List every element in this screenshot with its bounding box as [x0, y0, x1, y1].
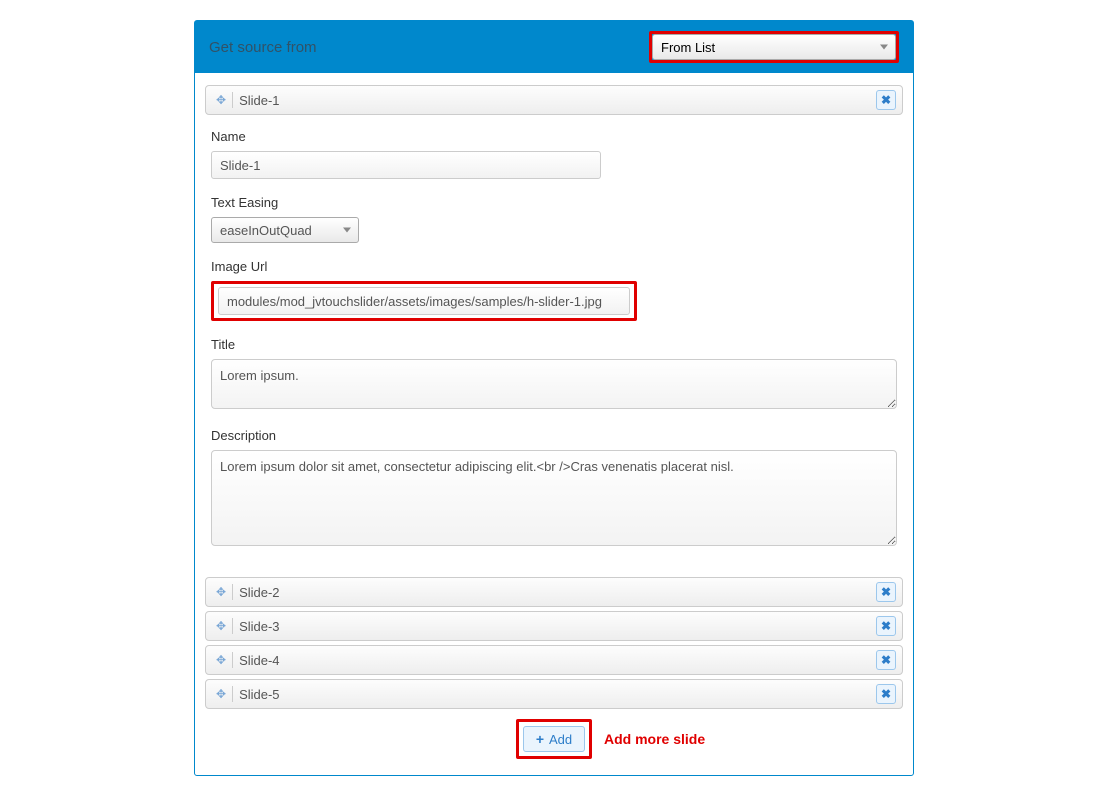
remove-slide-button[interactable]: ✖: [876, 616, 896, 636]
move-icon[interactable]: ✥: [212, 585, 230, 599]
add-button-label: Add: [549, 732, 572, 747]
move-icon[interactable]: ✥: [212, 619, 230, 633]
description-label: Description: [211, 428, 897, 443]
slide-bar[interactable]: ✥ Slide-4 ✖: [205, 645, 903, 675]
add-slide-button[interactable]: + Add: [523, 726, 585, 752]
collapsed-slides-list: ✥ Slide-2 ✖ ✥ Slide-3 ✖ ✥ Slide-4 ✖ ✥ Sl…: [205, 577, 903, 709]
source-panel: Get source from From List ✥ Slide-1 ✖ Na…: [194, 20, 914, 776]
title-textarea[interactable]: [211, 359, 897, 409]
description-textarea[interactable]: [211, 450, 897, 546]
move-icon[interactable]: ✥: [212, 93, 230, 107]
easing-select[interactable]: easeInOutQuad: [211, 217, 359, 243]
easing-label: Text Easing: [211, 195, 897, 210]
remove-slide-button[interactable]: ✖: [876, 650, 896, 670]
slide-bar[interactable]: ✥ Slide-3 ✖: [205, 611, 903, 641]
move-icon[interactable]: ✥: [212, 653, 230, 667]
image-url-input[interactable]: [218, 287, 630, 315]
divider: [232, 618, 233, 634]
slide-bar-label: Slide-3: [239, 619, 876, 634]
easing-select-wrap: easeInOutQuad: [211, 217, 359, 243]
panel-header: Get source from From List: [195, 21, 913, 73]
remove-slide-button[interactable]: ✖: [876, 90, 896, 110]
source-select-highlight: From List: [649, 31, 899, 63]
title-field-group: Title: [211, 337, 897, 412]
slide-bar-label: Slide-2: [239, 585, 876, 600]
image-url-field-group: Image Url: [211, 259, 897, 321]
divider: [232, 686, 233, 702]
name-input[interactable]: [211, 151, 601, 179]
slide-bar-label: Slide-5: [239, 687, 876, 702]
panel-title: Get source from: [209, 39, 317, 56]
divider: [232, 92, 233, 108]
move-icon[interactable]: ✥: [212, 687, 230, 701]
annotation-text: Add more slide: [604, 731, 705, 747]
slide-editor: Name Text Easing easeInOutQuad Image Url: [205, 119, 903, 571]
slide-bar[interactable]: ✥ Slide-2 ✖: [205, 577, 903, 607]
image-url-highlight: [211, 281, 637, 321]
add-button-highlight: + Add: [516, 719, 592, 759]
slide-bar-expanded[interactable]: ✥ Slide-1 ✖: [205, 85, 903, 115]
remove-slide-button[interactable]: ✖: [876, 582, 896, 602]
easing-field-group: Text Easing easeInOutQuad: [211, 195, 897, 243]
plus-icon: +: [536, 731, 544, 747]
add-row: + Add Add more slide: [205, 719, 903, 759]
source-select[interactable]: From List: [652, 34, 896, 60]
slide-bar-label: Slide-1: [239, 93, 876, 108]
slide-bar[interactable]: ✥ Slide-5 ✖: [205, 679, 903, 709]
divider: [232, 584, 233, 600]
slide-bar-label: Slide-4: [239, 653, 876, 668]
name-label: Name: [211, 129, 897, 144]
panel-body: ✥ Slide-1 ✖ Name Text Easing easeInOutQu…: [195, 73, 913, 775]
name-field-group: Name: [211, 129, 897, 179]
divider: [232, 652, 233, 668]
description-field-group: Description: [211, 428, 897, 549]
title-label: Title: [211, 337, 897, 352]
image-url-label: Image Url: [211, 259, 897, 274]
remove-slide-button[interactable]: ✖: [876, 684, 896, 704]
